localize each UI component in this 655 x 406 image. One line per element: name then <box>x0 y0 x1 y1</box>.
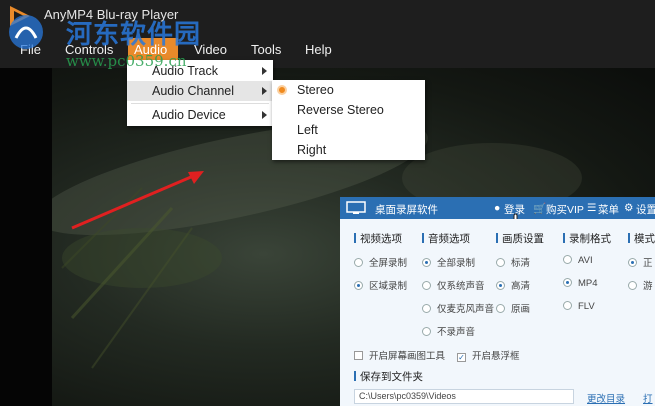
audio-device-item[interactable]: Audio Device <box>127 105 273 125</box>
title-menubar: AnyMP4 Blu-ray Player File Controls Audi… <box>0 0 655 68</box>
mode-title: 模式 <box>628 231 655 246</box>
audio-channel-label: Audio Channel <box>152 84 235 98</box>
settings-link[interactable]: 设置 <box>636 202 655 217</box>
audio-device-label: Audio Device <box>152 108 226 122</box>
cart-icon: 🛒 <box>533 203 547 215</box>
channel-reverse-stereo-item[interactable]: Reverse Stereo <box>272 100 425 120</box>
format-flv-option[interactable]: FLV <box>563 301 595 312</box>
audio-options-title: 音频选项 <box>422 231 470 246</box>
audio-none-option[interactable]: 不录声音 <box>422 324 475 338</box>
app-title: AnyMP4 Blu-ray Player <box>44 7 179 22</box>
menu-controls[interactable]: Controls <box>59 38 119 62</box>
channel-left-label: Left <box>297 123 318 137</box>
menu-link[interactable]: 菜单 <box>598 202 619 217</box>
format-avi-option[interactable]: AVI <box>563 255 593 266</box>
video-region-option[interactable]: 区域录制 <box>354 278 407 292</box>
video-left-margin <box>0 68 52 406</box>
channel-right-label: Right <box>297 143 327 157</box>
mode-game-option[interactable]: 游 <box>628 278 653 292</box>
menu-help[interactable]: Help <box>299 38 338 62</box>
save-path-field[interactable]: C:\Users\pc0359\Videos <box>354 389 574 404</box>
recorder-title: 桌面录屏软件 <box>375 204 438 216</box>
quality-settings-title: 画质设置 <box>496 231 544 246</box>
save-folder-title: 保存到文件夹 <box>354 369 423 384</box>
menubar: File Controls Audio Video Tools Help <box>0 38 655 62</box>
channel-stereo-item[interactable]: Stereo <box>272 80 425 100</box>
audio-system-only-option[interactable]: 仅系统声音 <box>422 278 485 292</box>
channel-right-item[interactable]: Right <box>272 140 425 160</box>
audio-track-item[interactable]: Audio Track <box>127 61 273 81</box>
change-directory-link[interactable]: 更改目录 <box>587 391 625 405</box>
audio-menu: Audio Track Audio Channel Audio Device <box>127 60 273 126</box>
submenu-arrow-icon <box>262 111 267 119</box>
gear-icon: ⚙ <box>624 202 634 214</box>
menu-audio[interactable]: Audio <box>128 38 178 62</box>
user-icon: ● <box>494 202 501 214</box>
screen-draw-checkbox[interactable]: 开启屏幕画图工具 <box>354 348 445 362</box>
channel-stereo-label: Stereo <box>297 83 334 97</box>
menu-video[interactable]: Video <box>188 38 233 62</box>
quality-sd-option[interactable]: 标清 <box>496 255 530 269</box>
format-mp4-option[interactable]: MP4 <box>563 278 598 289</box>
menu-tools[interactable]: Tools <box>245 38 287 62</box>
menu-file[interactable]: File <box>14 38 47 62</box>
audio-all-option[interactable]: 全部录制 <box>422 255 475 269</box>
channel-reverse-stereo-label: Reverse Stereo <box>297 103 384 117</box>
screen-recorder-panel: 桌面录屏软件 ● 登录 🛒 购买VIP ☰ 菜单 ⚙ 设置 视频选项 音频选项 … <box>340 197 655 406</box>
submenu-arrow-icon <box>262 67 267 75</box>
video-fullscreen-option[interactable]: 全屏录制 <box>354 255 407 269</box>
quality-original-option[interactable]: 原画 <box>496 301 530 315</box>
selected-radio-icon <box>277 85 287 95</box>
open-folder-link[interactable]: 打 <box>643 391 653 405</box>
audio-channel-item[interactable]: Audio Channel <box>127 81 273 101</box>
audio-mic-only-option[interactable]: 仅麦克风声音 <box>422 301 494 315</box>
anymp4-logo-icon <box>10 6 30 26</box>
app-window: AnyMP4 Blu-ray Player File Controls Audi… <box>0 0 655 406</box>
quality-hd-option[interactable]: 高清 <box>496 278 530 292</box>
buy-vip-link[interactable]: 购买VIP <box>546 202 584 217</box>
recorder-options: 视频选项 音频选项 画质设置 录制格式 模式 全屏录制 区域录制 全部录制 仅系… <box>340 219 655 406</box>
record-format-title: 录制格式 <box>563 231 611 246</box>
submenu-arrow-icon <box>262 87 267 95</box>
audio-track-label: Audio Track <box>152 64 219 78</box>
menu-separator <box>131 103 269 104</box>
monitor-icon <box>346 201 366 214</box>
menu-icon: ☰ <box>587 202 597 214</box>
float-window-checkbox[interactable]: ✓ 开启悬浮框 <box>457 348 520 362</box>
audio-channel-submenu: Stereo Reverse Stereo Left Right <box>272 80 425 160</box>
video-options-title: 视频选项 <box>354 231 402 246</box>
channel-left-item[interactable]: Left <box>272 120 425 140</box>
recorder-header: 桌面录屏软件 ● 登录 🛒 购买VIP ☰ 菜单 ⚙ 设置 <box>340 197 655 227</box>
mode-normal-option[interactable]: 正 <box>628 255 653 269</box>
